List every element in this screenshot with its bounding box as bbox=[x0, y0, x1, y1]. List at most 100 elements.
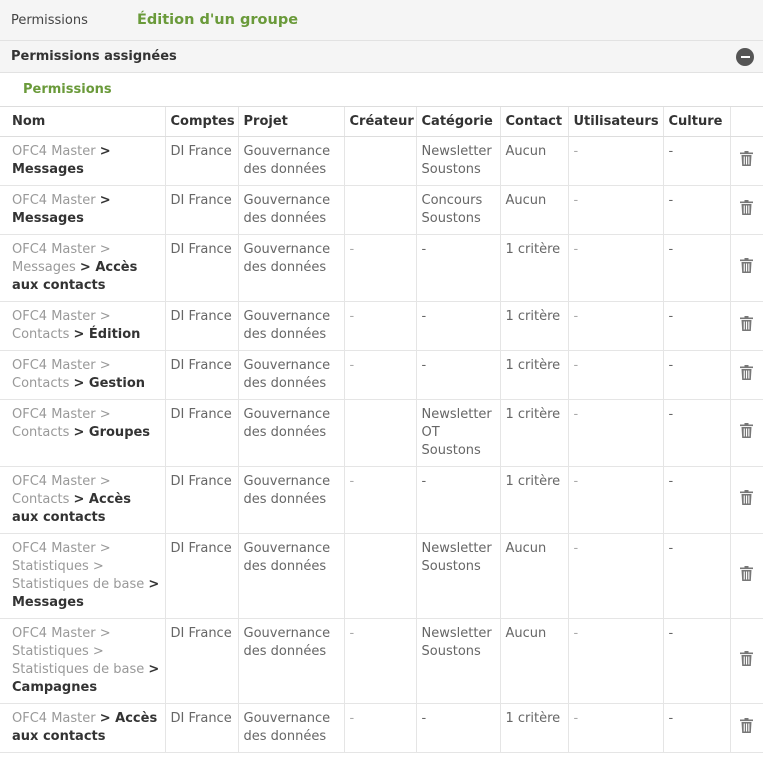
cell-utilisateurs: - bbox=[567, 301, 663, 351]
delete-cell bbox=[729, 185, 763, 235]
cell-contact: 1 critère bbox=[499, 466, 568, 534]
cell-utilisateurs: - bbox=[567, 533, 663, 619]
permission-path-segment: Statistiques de base bbox=[12, 662, 145, 677]
permission-leaf: Campagnes bbox=[12, 680, 98, 695]
permission-path-segment: OFC4 Master bbox=[12, 407, 96, 422]
column-header[interactable]: Comptes bbox=[164, 106, 238, 137]
permission-path-segment: OFC4 Master bbox=[12, 242, 96, 257]
cell-projet: Gouvernance des données bbox=[237, 185, 344, 235]
column-header[interactable]: Nom bbox=[0, 106, 165, 137]
cell-categorie: Newsletter Soustons bbox=[415, 618, 500, 704]
trash-icon[interactable] bbox=[740, 717, 754, 739]
permission-leaf: Édition bbox=[88, 327, 141, 342]
column-header[interactable]: Utilisateurs bbox=[567, 106, 663, 137]
cell-contact: Aucun bbox=[499, 533, 568, 619]
permission-path-segment: Contacts bbox=[12, 425, 70, 440]
cell-contact: Aucun bbox=[499, 618, 568, 704]
delete-cell bbox=[729, 399, 763, 467]
cell-comptes: DI France bbox=[164, 703, 238, 753]
cell-createur: - bbox=[343, 234, 416, 302]
cell-projet: Gouvernance des données bbox=[237, 533, 344, 619]
column-header[interactable]: Culture bbox=[662, 106, 730, 137]
column-header[interactable]: Projet bbox=[237, 106, 344, 137]
permission-path-segment: Contacts bbox=[12, 376, 70, 391]
cell-categorie: - bbox=[415, 234, 500, 302]
cell-projet: Gouvernance des données bbox=[237, 350, 344, 400]
permission-leaf: Messages bbox=[12, 595, 84, 610]
permission-name: OFC4 Master > Statistiques > Statistique… bbox=[0, 533, 165, 619]
cell-projet: Gouvernance des données bbox=[237, 301, 344, 351]
cell-projet: Gouvernance des données bbox=[237, 399, 344, 467]
trash-icon[interactable] bbox=[740, 565, 754, 587]
trash-icon[interactable] bbox=[740, 150, 754, 172]
delete-cell bbox=[729, 533, 763, 619]
breadcrumb[interactable]: Permissions bbox=[11, 13, 137, 28]
cell-culture: - bbox=[662, 533, 730, 619]
permission-leaf: Groupes bbox=[88, 425, 151, 440]
cell-createur: - bbox=[343, 703, 416, 753]
trash-icon[interactable] bbox=[740, 364, 754, 386]
trash-icon[interactable] bbox=[740, 315, 754, 337]
table-row: OFC4 Master > Messages > Accès aux conta… bbox=[0, 234, 763, 302]
permission-name: OFC4 Master > Statistiques > Statistique… bbox=[0, 618, 165, 704]
cell-comptes: DI France bbox=[164, 136, 238, 186]
cell-categorie: - bbox=[415, 350, 500, 400]
delete-cell bbox=[729, 618, 763, 704]
cell-culture: - bbox=[662, 618, 730, 704]
column-header[interactable]: Créateur bbox=[343, 106, 416, 137]
cell-createur bbox=[343, 136, 416, 186]
section-title: Permissions assignées bbox=[11, 49, 177, 64]
cell-comptes: DI France bbox=[164, 185, 238, 235]
permission-name: OFC4 Master > Contacts > Accès aux conta… bbox=[0, 466, 165, 534]
permission-path-segment: Messages bbox=[12, 260, 76, 275]
cell-projet: Gouvernance des données bbox=[237, 618, 344, 704]
cell-comptes: DI France bbox=[164, 234, 238, 302]
cell-createur: - bbox=[343, 618, 416, 704]
delete-cell bbox=[729, 350, 763, 400]
cell-categorie: Newsletter OT Soustons bbox=[415, 399, 500, 467]
cell-projet: Gouvernance des données bbox=[237, 234, 344, 302]
cell-utilisateurs: - bbox=[567, 350, 663, 400]
trash-icon[interactable] bbox=[740, 422, 754, 444]
delete-cell bbox=[729, 136, 763, 186]
minus-circle-icon[interactable] bbox=[736, 47, 754, 66]
section-header-permissions-assignees[interactable]: Permissions assignées bbox=[0, 41, 763, 73]
cell-culture: - bbox=[662, 301, 730, 351]
permission-path-segment: OFC4 Master bbox=[12, 711, 96, 726]
table-row: OFC4 Master > Contacts > Édition DI Franc… bbox=[0, 301, 763, 351]
trash-icon[interactable] bbox=[740, 199, 754, 221]
permission-path-segment: OFC4 Master bbox=[12, 474, 96, 489]
cell-contact: 1 critère bbox=[499, 350, 568, 400]
permission-path-segment: OFC4 Master bbox=[12, 626, 96, 641]
cell-utilisateurs: - bbox=[567, 234, 663, 302]
trash-icon[interactable] bbox=[740, 650, 754, 672]
permission-path-segment: Statistiques bbox=[12, 559, 89, 574]
permission-name: OFC4 Master > Contacts > Groupes bbox=[0, 399, 165, 467]
column-header[interactable]: Catégorie bbox=[415, 106, 500, 137]
cell-createur bbox=[343, 185, 416, 235]
cell-createur: - bbox=[343, 350, 416, 400]
cell-projet: Gouvernance des données bbox=[237, 703, 344, 753]
cell-contact: 1 critère bbox=[499, 234, 568, 302]
permission-leaf: Messages bbox=[12, 162, 84, 177]
table-row: OFC4 Master > Contacts > Gestion DI Franc… bbox=[0, 350, 763, 400]
permission-path-segment: OFC4 Master bbox=[12, 144, 96, 159]
permission-path-segment: OFC4 Master bbox=[12, 541, 96, 556]
trash-icon[interactable] bbox=[740, 489, 754, 511]
delete-cell bbox=[729, 234, 763, 302]
permission-name: OFC4 Master > Messages > Accès aux conta… bbox=[0, 234, 165, 302]
cell-culture: - bbox=[662, 136, 730, 186]
table-row: OFC4 Master > Statistiques > Statistique… bbox=[0, 618, 763, 704]
trash-icon[interactable] bbox=[740, 257, 754, 279]
table-row: OFC4 Master > Contacts > Accès aux conta… bbox=[0, 466, 763, 534]
column-header[interactable]: Contact bbox=[499, 106, 568, 137]
cell-createur: - bbox=[343, 301, 416, 351]
cell-createur bbox=[343, 399, 416, 467]
cell-utilisateurs: - bbox=[567, 136, 663, 186]
cell-contact: 1 critère bbox=[499, 301, 568, 351]
cell-culture: - bbox=[662, 399, 730, 467]
permissions-table: Nom Comptes Projet Créateur Catégorie Contact… bbox=[0, 106, 763, 753]
table-row: OFC4 Master > Contacts > Groupes DI Franc… bbox=[0, 399, 763, 467]
permission-path-segment: Statistiques de base bbox=[12, 577, 145, 592]
delete-cell bbox=[729, 703, 763, 753]
